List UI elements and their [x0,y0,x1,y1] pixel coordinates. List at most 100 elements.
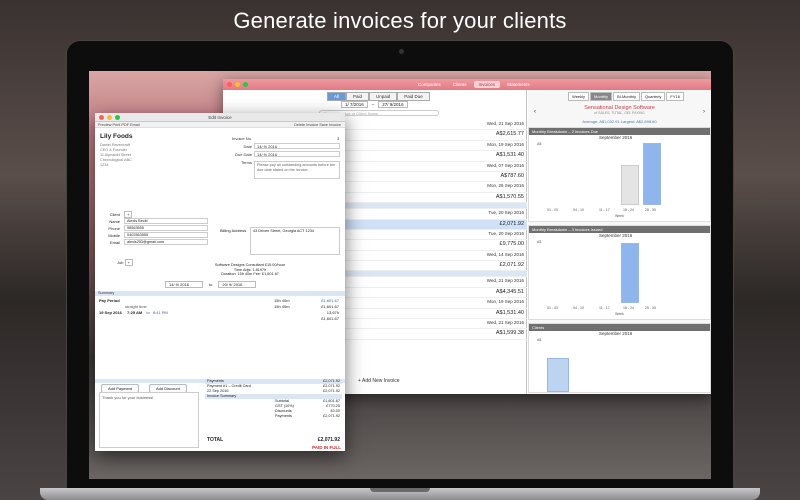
payments-panel: Payments £2,071.92 Payment #1 – Credit Ca… [205,379,342,419]
y-label: A$ [537,240,542,244]
average-value: Average: A$1,032.91 [582,119,620,124]
period-monthly[interactable]: Monthly [590,92,613,101]
date-to-field[interactable]: 27/ 9/2016 [378,101,408,108]
zoom-window-button[interactable] [243,82,248,87]
tick-label: 18 - 24 [623,208,634,212]
delete-invoice-button[interactable]: Delete Invoice [294,123,318,127]
payment-date-line: 22 Sep 2016 £2,071.92 [207,389,340,393]
list-item[interactable]: Wed, 14 Sep 2016 [344,251,527,262]
range-to-label: to [209,282,213,287]
filter-unpaid[interactable]: Unpaid [369,92,398,101]
terms-field[interactable]: Please pay all outstanding amounts befor… [254,161,340,179]
paid-status: PAID IN FULL [312,445,341,450]
list-item[interactable]: Wed, 21 Sep 2016 [344,277,527,288]
camera-dot [399,49,404,54]
phone-field[interactable]: 98563555 [124,225,208,231]
add-job-button[interactable]: + [124,259,133,266]
due-chart-panel: Monthly Breakdown – 2 Invoices Due Septe… [528,127,711,222]
client-name: Lily Foods [100,133,133,140]
list-item[interactable]: A$1,599.38 [344,329,527,340]
filter-paid[interactable]: Paid [346,92,370,101]
close-window-button[interactable] [227,82,232,87]
filter-paid-due[interactable]: Paid Due [397,92,430,101]
tab-statements[interactable]: Statements [502,81,535,88]
tick-label: 11 - 17 [599,306,610,310]
date-from-field[interactable]: 1/ 7/2016 [341,101,368,108]
list-item[interactable]: A$4,345.51 [344,288,527,299]
period-bimonthly[interactable]: Bi-Monthly [613,92,640,101]
mobile-field[interactable]: 0402563555 [124,232,208,238]
save-invoice-button[interactable]: Save Invoice [319,123,341,127]
list-item[interactable]: A$1,531.40 [344,151,527,162]
tab-companies[interactable]: Companies [413,81,446,88]
clients-chart-panel: Clients September 2016 A$ [528,323,711,393]
list-item[interactable]: A$2,615.77 [344,130,527,141]
list-item[interactable]: Wed, 21 Sep 2016 [344,120,527,131]
billing-address-field[interactable]: 43 Driven Street, Georgia ACT 1234 [250,227,340,255]
total-row: TOTAL £2,071.92 [207,437,340,443]
issued-chart-panel: Monthly Breakdown – 3 Invoices Issued Se… [528,225,711,320]
add-client-button[interactable]: + [124,211,133,218]
due-date-field[interactable]: 14/ 9/ 2016 [254,151,340,157]
axis-label: Week [615,312,624,316]
entry-amount-row: £1,601.67 [321,316,339,321]
status-filter: All Paid Unpaid Paid Due [327,92,430,101]
date-field[interactable]: 14/ 9/ 2016 [254,143,340,149]
phone-label: Phone [108,226,120,231]
chevron-right-icon[interactable]: › [703,109,705,115]
list-item-selected[interactable]: £2,071.92 [344,219,527,230]
headline: Generate invoices for your clients [233,8,567,33]
tab-invoices[interactable]: Invoices [473,81,501,88]
client-contact-form: Client + Name Alexis Beckl Phone 98563555 M… [100,211,220,246]
panel-title: Monthly Breakdown – 3 Invoices Issued [529,226,710,233]
screen: Companies Clients Invoices Statements Al… [89,71,711,479]
name-field[interactable]: Alexis Beckl [124,218,208,224]
range-from-field[interactable]: 14/ 9/ 2016 [165,281,203,288]
add-invoice-button[interactable]: + Add New Invoice [358,378,400,384]
list-item[interactable]: £2,071.92 [344,261,527,272]
list-item[interactable]: Tue, 20 Sep 2016 [344,209,527,220]
average-largest: Average: A$1,032.91 Largest: A$2,898.60 [528,119,711,124]
list-item[interactable]: A$1,531.40 [344,309,527,320]
period-weekly[interactable]: Weekly [568,92,590,101]
list-item[interactable]: Mon, 19 Sep 2016 [344,298,527,309]
email-field[interactable]: alexis253@gmail.com [124,239,208,245]
tab-clients[interactable]: Clients [448,81,472,88]
invoice-no-label: Invoice No. [231,136,252,141]
list-item[interactable]: Wed, 07 Sep 2016 [344,162,527,172]
list-item[interactable]: Mon, 26 Sep 2016 [344,182,527,193]
minimize-window-button[interactable] [235,82,240,87]
bar [621,243,639,303]
duration-fee: Duration: 15h 40m Fee: £1,601.67 [221,272,279,276]
window-title: Edit Invoice [208,115,232,120]
job-label: Job [117,260,124,265]
panel-title: Clients [529,324,710,331]
job-row: Job + [117,259,133,266]
list-item[interactable]: A$787.60 [344,172,527,183]
laptop-frame: Companies Clients Invoices Statements Al… [66,40,734,490]
tick-label: 25 - 30 [645,208,656,212]
list-item[interactable]: Wed, 21 Sep 2016 [344,319,527,330]
filter-all[interactable]: All [327,92,347,101]
tick-label: 01 - 03 [547,306,558,310]
notes-field[interactable]: Thank you for your business! [99,392,199,448]
email-label: Email [109,240,120,245]
tick-label: 04 - 10 [573,306,584,310]
range-to-field[interactable]: 20/ 9/ 2016 [218,281,257,288]
summary-rows: Pay Period 15h 40m £1,601.67 straight ti… [99,298,341,322]
export-actions[interactable]: Preview Print PDF Email [98,123,140,127]
list-item[interactable]: Tue, 20 Sep 2016 [344,230,527,241]
list-item[interactable]: A$1,570.55 [344,193,527,204]
edit-invoice-window: Edit Invoice Preview Print PDF Email Del… [95,113,345,451]
list-item[interactable]: £9,775.00 [344,240,527,251]
bar [547,358,569,392]
chevron-left-icon[interactable]: ‹ [534,109,536,115]
tick-label: 25 - 30 [645,306,656,310]
tick-label: 04 - 10 [573,208,584,212]
list-item[interactable]: Mon, 19 Sep 2016 [344,141,527,152]
period-quarterly[interactable]: Quarterly [640,92,666,101]
period-fy16[interactable]: FY16 [666,92,684,101]
axis-label: Week [615,214,624,218]
laptop-notch [370,488,430,492]
job-date-range: 14/ 9/ 2016 to 20/ 9/ 2016 [165,281,257,288]
